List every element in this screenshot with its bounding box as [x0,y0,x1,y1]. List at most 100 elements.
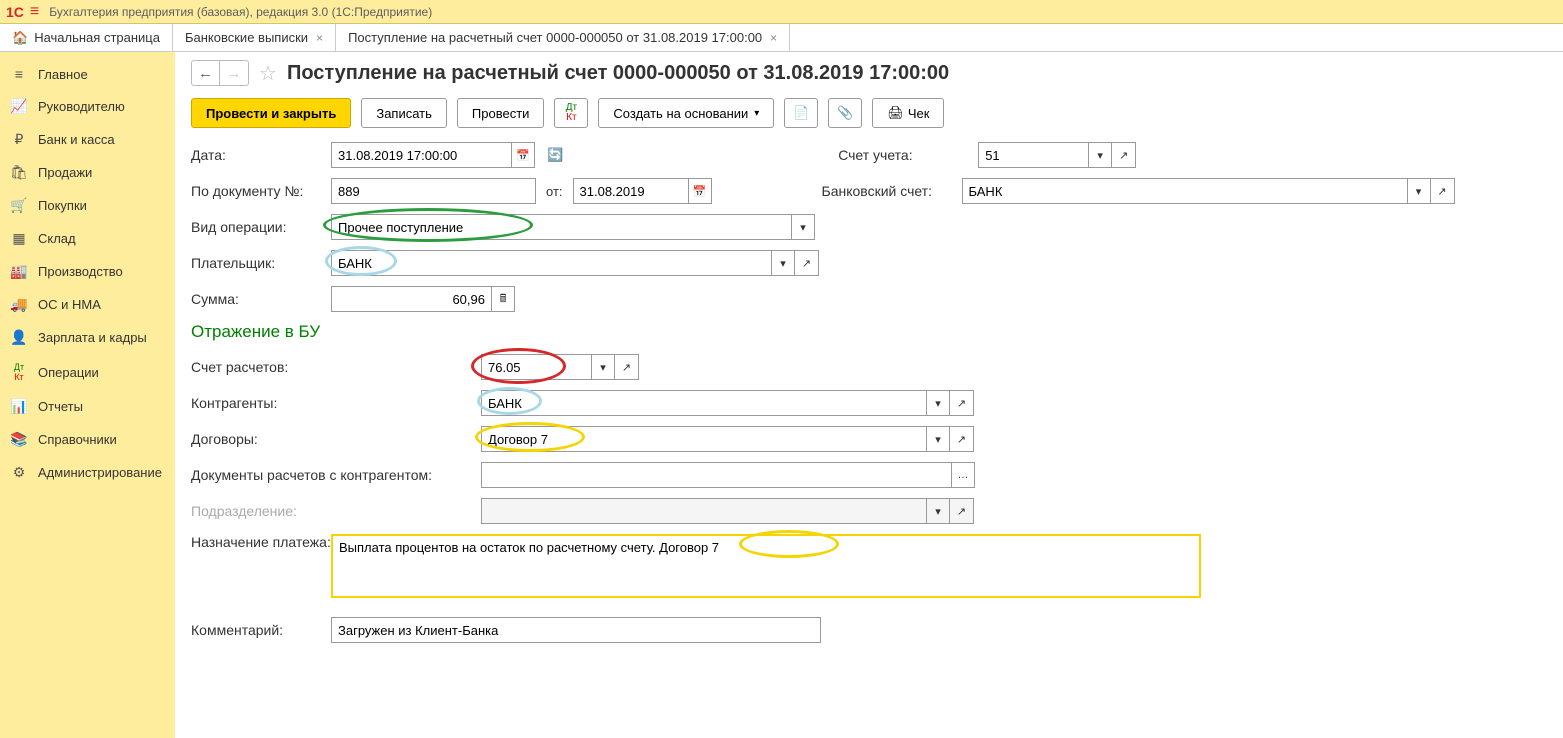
app-title: Бухгалтерия предприятия (базовая), редак… [49,5,432,19]
sidebar-item-reports[interactable]: 📊Отчеты [0,390,175,423]
tabs-bar: 🏠 Начальная страница Банковские выписки … [0,24,1563,52]
person-icon: 👤 [10,329,28,346]
sidebar-item-sales[interactable]: 🛍Продажи [0,156,175,189]
counterparty-label: Контрагенты: [191,395,481,411]
open-icon[interactable]: ↗ [1431,178,1455,204]
open-icon[interactable]: ↗ [795,250,819,276]
calendar-icon[interactable]: 📅 [511,142,535,168]
doc-no-label: По документу №: [191,183,331,199]
tab-bank-statements[interactable]: Банковские выписки × [173,24,336,51]
sidebar-item-production[interactable]: 🏭 Производство [0,255,175,288]
sidebar-item-manager[interactable]: 📈Руководителю [0,90,175,123]
account-label: Счет учета: [838,147,978,163]
account-input[interactable] [978,142,1088,168]
contract-input[interactable] [481,426,926,452]
open-icon[interactable]: ↗ [950,426,974,452]
nav-back-button[interactable]: ← [192,61,220,85]
cart-icon: 🛒 [10,197,28,214]
create-based-button[interactable]: Создать на основании [598,98,774,128]
payer-input[interactable] [331,250,771,276]
sidebar-item-purchases[interactable]: 🛒Покупки [0,189,175,222]
sidebar-item-assets[interactable]: 🚚ОС и НМА [0,288,175,321]
sum-input[interactable] [331,286,491,312]
open-icon[interactable]: ↗ [1112,142,1136,168]
sidebar-item-operations[interactable]: ДтКт Операции [0,354,175,390]
tab-receipt-document[interactable]: Поступление на расчетный счет 0000-00005… [336,24,790,51]
sidebar-label: Руководителю [38,99,125,114]
date-label: Дата: [191,147,331,163]
calendar-icon[interactable]: 📅 [688,178,712,204]
tab-home-label: Начальная страница [34,30,160,45]
ruble-icon: ₽ [10,131,28,148]
close-icon[interactable]: × [770,31,777,45]
books-icon: 📚 [10,431,28,448]
page-title: Поступление на расчетный счет 0000-00005… [287,62,949,85]
sidebar-item-bank[interactable]: ₽ Банк и касса [0,123,175,156]
sidebar-item-directories[interactable]: 📚Справочники [0,423,175,456]
dropdown-icon: ▾ [926,498,950,524]
bag-icon: 🛍 [10,164,28,181]
purpose-label: Назначение платежа: [191,534,331,550]
open-icon: ↗ [950,498,974,524]
ellipsis-icon[interactable]: … [951,462,975,488]
gear-icon: ⚙ [10,464,28,481]
dtkt-button[interactable]: ДтКт [554,98,588,128]
factory-icon: 🏭 [10,263,28,280]
dropdown-icon[interactable]: ▾ [926,390,950,416]
dropdown-icon[interactable]: ▾ [1088,142,1112,168]
post-and-close-button[interactable]: Провести и закрыть [191,98,351,128]
favorite-icon[interactable]: ☆ [259,61,277,86]
dropdown-icon[interactable]: ▾ [926,426,950,452]
cheque-label: Чек [908,106,930,121]
sidebar-item-main[interactable]: ≡Главное [0,58,175,90]
refresh-icon[interactable]: 🔄 [547,147,563,163]
structure-button[interactable]: 📄 [784,98,818,128]
sidebar-label: Банк и касса [38,132,115,147]
nav-forward-button[interactable]: → [220,61,248,85]
home-icon: 🏠 [12,30,28,46]
logo-1c: 1C [6,4,24,20]
sidebar-label: Производство [38,264,123,279]
sidebar-item-admin[interactable]: ⚙ Администрирование [0,456,175,489]
date-input[interactable] [331,142,511,168]
sidebar-item-warehouse[interactable]: ▦Склад [0,222,175,255]
division-input [481,498,926,524]
calculator-icon[interactable]: 🖩 [491,286,515,312]
purpose-textarea[interactable] [331,534,1201,598]
sidebar-label: Операции [38,365,99,380]
post-button[interactable]: Провести [457,98,545,128]
dropdown-icon[interactable]: ▾ [791,214,815,240]
dtkt-icon: ДтКт [10,362,28,382]
sum-label: Сумма: [191,291,331,307]
cheque-button[interactable]: 🖨 Чек [872,98,944,128]
tab-label: Банковские выписки [185,30,308,45]
save-button[interactable]: Записать [361,98,447,128]
tab-label: Поступление на расчетный счет 0000-00005… [348,30,762,45]
bank-account-input[interactable] [962,178,1407,204]
nav-buttons: ← → [191,60,249,86]
sidebar-label: Администрирование [38,465,162,480]
main-menu-icon[interactable]: ≡ [30,3,39,21]
sidebar-label: Зарплата и кадры [38,330,147,345]
open-icon[interactable]: ↗ [615,354,639,380]
dropdown-icon[interactable]: ▾ [591,354,615,380]
operation-type-input[interactable] [331,214,791,240]
settlement-docs-input[interactable] [481,462,951,488]
tab-home[interactable]: 🏠 Начальная страница [0,24,173,51]
sidebar-item-salary[interactable]: 👤 Зарплата и кадры [0,321,175,354]
doc-from-input[interactable] [573,178,688,204]
comment-input[interactable] [331,617,821,643]
attach-button[interactable]: 📎 [828,98,862,128]
grid-icon: ▦ [10,230,28,247]
truck-icon: 🚚 [10,296,28,313]
close-icon[interactable]: × [316,31,323,45]
doc-no-input[interactable] [331,178,536,204]
dropdown-icon[interactable]: ▾ [1407,178,1431,204]
sidebar: ≡Главное 📈Руководителю ₽Банк и касса 🛍Пр… [0,52,175,738]
dtkt-icon: ДтКт [566,103,577,123]
operation-type-label: Вид операции: [191,219,331,235]
open-icon[interactable]: ↗ [950,390,974,416]
dropdown-icon[interactable]: ▾ [771,250,795,276]
counterparty-input[interactable] [481,390,926,416]
settlement-account-input[interactable] [481,354,591,380]
